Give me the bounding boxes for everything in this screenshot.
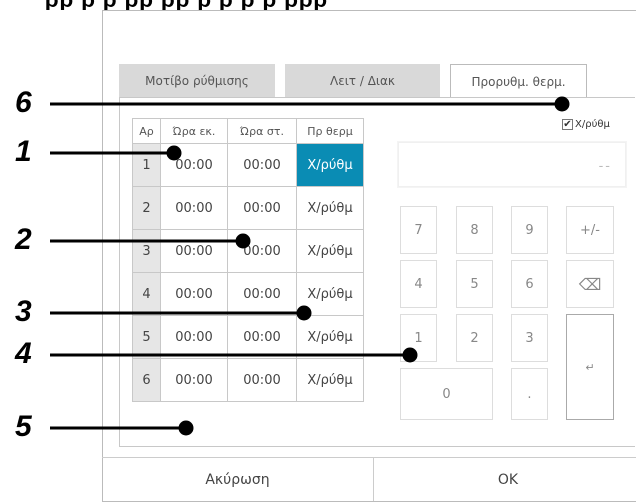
callout-lines bbox=[50, 96, 570, 436]
callout-number-2: 2 bbox=[15, 223, 32, 256]
callout-dot-2 bbox=[235, 233, 251, 249]
callout-number-5: 5 bbox=[15, 410, 32, 443]
callout-dot-3 bbox=[296, 305, 312, 321]
callout-dot-5 bbox=[178, 420, 194, 436]
callout-dot-6 bbox=[554, 96, 570, 112]
callout-number-1: 1 bbox=[15, 135, 32, 168]
callout-number-4: 4 bbox=[15, 337, 32, 370]
callout-dot-1 bbox=[166, 145, 182, 161]
callout-number-6: 6 bbox=[15, 86, 32, 119]
callout-number-3: 3 bbox=[15, 295, 32, 328]
callout-dot-4 bbox=[402, 347, 418, 363]
